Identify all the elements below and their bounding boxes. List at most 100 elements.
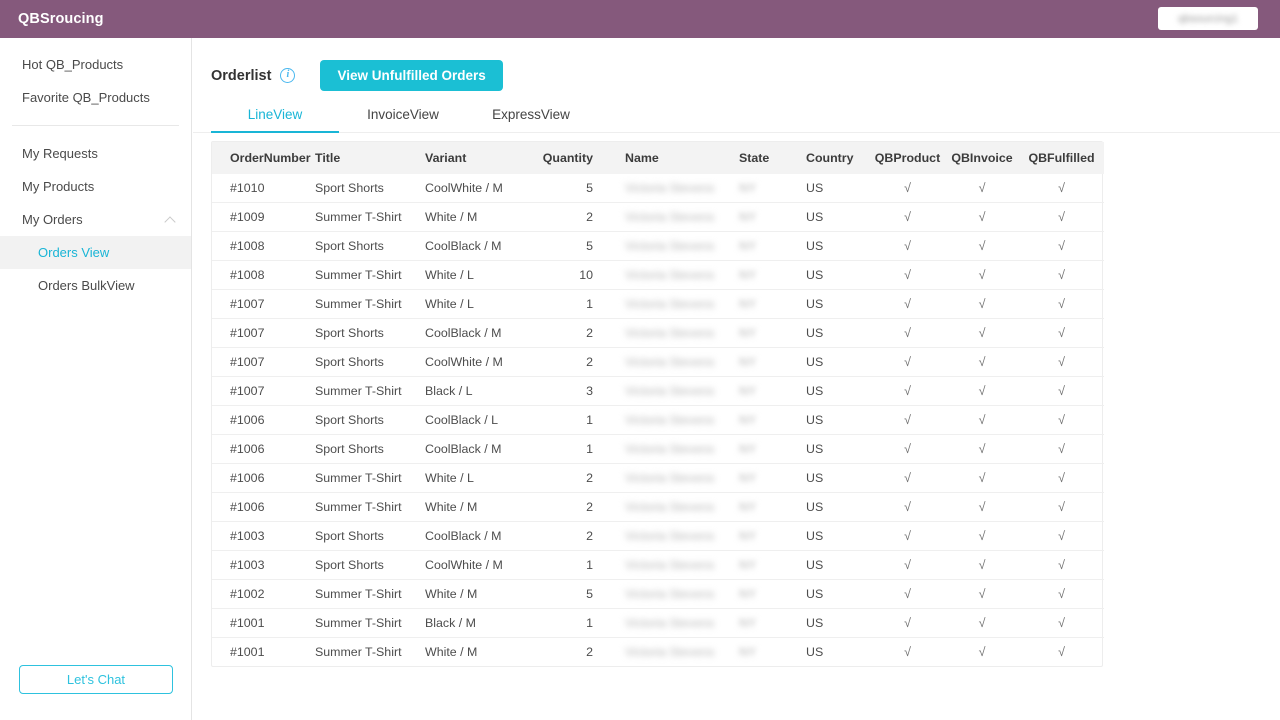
column-header-qbproduct[interactable]: QBProduct xyxy=(870,142,945,174)
cell-qbinvoice: √ xyxy=(945,348,1019,377)
sidebar-item-my-requests[interactable]: My Requests xyxy=(0,137,191,170)
column-header-name[interactable]: Name xyxy=(607,142,731,174)
table-row[interactable]: #1001Summer T-ShirtWhite / M2Victoria St… xyxy=(212,638,1104,667)
column-header-variant[interactable]: Variant xyxy=(425,142,529,174)
cell-name: Victoria Stevens xyxy=(607,435,731,464)
cell-qbproduct: √ xyxy=(870,203,945,232)
cell-qbproduct-value: √ xyxy=(904,500,911,514)
cell-state: NY xyxy=(731,522,796,551)
table-row[interactable]: #1003Sport ShortsCoolBlack / M2Victoria … xyxy=(212,522,1104,551)
table-row[interactable]: #1002Summer T-ShirtWhite / M5Victoria St… xyxy=(212,580,1104,609)
tab-expressview[interactable]: ExpressView xyxy=(467,100,595,132)
cell-variant: CoolBlack / M xyxy=(425,522,529,551)
cell-qbproduct-value: √ xyxy=(904,239,911,253)
cell-country: US xyxy=(796,551,870,580)
table-row[interactable]: #1001Summer T-ShirtBlack / M1Victoria St… xyxy=(212,609,1104,638)
cell-qbfulfilled-value: √ xyxy=(1058,587,1065,601)
cell-qbinvoice: √ xyxy=(945,551,1019,580)
cell-state: NY xyxy=(731,435,796,464)
cell-qbinvoice-value: √ xyxy=(979,355,986,369)
cell-quantity: 1 xyxy=(529,290,607,319)
table-row[interactable]: #1006Summer T-ShirtWhite / M2Victoria St… xyxy=(212,493,1104,522)
cell-qbfulfilled-value: √ xyxy=(1058,442,1065,456)
sidebar-item-favorite-qb-products[interactable]: Favorite QB_Products xyxy=(0,81,191,114)
tab-lineview[interactable]: LineView xyxy=(211,100,339,132)
cell-qbinvoice: √ xyxy=(945,435,1019,464)
cell-name-value: Victoria Stevens xyxy=(625,471,714,485)
column-header-qbinvoice[interactable]: QBInvoice xyxy=(945,142,1019,174)
cell-country: US xyxy=(796,493,870,522)
table-row[interactable]: #1009Summer T-ShirtWhite / M2Victoria St… xyxy=(212,203,1104,232)
account-menu-button[interactable]: qbsourcing1 xyxy=(1158,7,1258,30)
cell-variant: White / L xyxy=(425,464,529,493)
cell-qbinvoice-value: √ xyxy=(979,616,986,630)
cell-qbproduct-value: √ xyxy=(904,268,911,282)
column-header-ordernumber[interactable]: OrderNumber xyxy=(212,142,315,174)
table-row[interactable]: #1006Sport ShortsCoolBlack / L1Victoria … xyxy=(212,406,1104,435)
cell-ordernumber: #1003 xyxy=(212,551,315,580)
table-row[interactable]: #1007Summer T-ShirtBlack / L3Victoria St… xyxy=(212,377,1104,406)
cell-qbproduct: √ xyxy=(870,232,945,261)
column-header-country[interactable]: Country xyxy=(796,142,870,174)
column-header-qbfulfilled[interactable]: QBFulfilled xyxy=(1019,142,1104,174)
cell-country: US xyxy=(796,522,870,551)
sidebar-item-label: Hot QB_Products xyxy=(22,57,177,72)
table-row[interactable]: #1007Sport ShortsCoolBlack / M2Victoria … xyxy=(212,319,1104,348)
view-unfulfilled-orders-button[interactable]: View Unfulfilled Orders xyxy=(320,60,502,91)
cell-qbfulfilled-value: √ xyxy=(1058,210,1065,224)
cell-variant: White / M xyxy=(425,638,529,667)
cell-qbinvoice-value: √ xyxy=(979,384,986,398)
table-row[interactable]: #1008Sport ShortsCoolBlack / M5Victoria … xyxy=(212,232,1104,261)
cell-state-value: NY xyxy=(739,355,756,369)
table-row[interactable]: #1006Sport ShortsCoolBlack / M1Victoria … xyxy=(212,435,1104,464)
cell-qbproduct: √ xyxy=(870,377,945,406)
sidebar-item-my-orders[interactable]: My Orders xyxy=(0,203,191,236)
column-header-quantity[interactable]: Quantity xyxy=(529,142,607,174)
cell-qbproduct: √ xyxy=(870,261,945,290)
page-header: Orderlist i View Unfulfilled Orders xyxy=(193,38,1280,90)
cell-qbinvoice: √ xyxy=(945,319,1019,348)
cell-ordernumber: #1007 xyxy=(212,290,315,319)
chevron-up-icon[interactable] xyxy=(164,213,177,226)
info-icon[interactable]: i xyxy=(280,68,295,83)
sidebar-item-orders-bulkview[interactable]: Orders BulkView xyxy=(0,269,191,302)
cell-name: Victoria Stevens xyxy=(607,319,731,348)
cell-state: NY xyxy=(731,203,796,232)
table-row[interactable]: #1008Summer T-ShirtWhite / L10Victoria S… xyxy=(212,261,1104,290)
sidebar-item-my-products[interactable]: My Products xyxy=(0,170,191,203)
sidebar-item-hot-qb-products[interactable]: Hot QB_Products xyxy=(0,48,191,81)
cell-state-value: NY xyxy=(739,529,756,543)
table-row[interactable]: #1007Summer T-ShirtWhite / L1Victoria St… xyxy=(212,290,1104,319)
cell-variant: CoolWhite / M xyxy=(425,348,529,377)
table-row[interactable]: #1003Sport ShortsCoolWhite / M1Victoria … xyxy=(212,551,1104,580)
table-row[interactable]: #1006Summer T-ShirtWhite / L2Victoria St… xyxy=(212,464,1104,493)
cell-title: Summer T-Shirt xyxy=(315,203,425,232)
cell-state-value: NY xyxy=(739,239,756,253)
table-row[interactable]: #1007Sport ShortsCoolWhite / M2Victoria … xyxy=(212,348,1104,377)
cell-title: Summer T-Shirt xyxy=(315,493,425,522)
cell-title: Sport Shorts xyxy=(315,551,425,580)
lets-chat-button[interactable]: Let's Chat xyxy=(19,665,173,694)
cell-state: NY xyxy=(731,319,796,348)
cell-qbfulfilled-value: √ xyxy=(1058,268,1065,282)
cell-ordernumber: #1002 xyxy=(212,580,315,609)
cell-name-value: Victoria Stevens xyxy=(625,239,714,253)
cell-name: Victoria Stevens xyxy=(607,348,731,377)
cell-name-value: Victoria Stevens xyxy=(625,413,714,427)
tab-invoiceview[interactable]: InvoiceView xyxy=(339,100,467,132)
cell-name: Victoria Stevens xyxy=(607,638,731,667)
cell-qbproduct-value: √ xyxy=(904,587,911,601)
table-row[interactable]: #1010Sport ShortsCoolWhite / M5Victoria … xyxy=(212,174,1104,203)
sidebar-item-orders-view[interactable]: Orders View xyxy=(0,236,191,269)
cell-name: Victoria Stevens xyxy=(607,261,731,290)
cell-qbfulfilled-value: √ xyxy=(1058,355,1065,369)
column-header-state[interactable]: State xyxy=(731,142,796,174)
cell-quantity: 1 xyxy=(529,609,607,638)
sidebar-group: My RequestsMy ProductsMy OrdersOrders Vi… xyxy=(0,137,191,302)
cell-country: US xyxy=(796,406,870,435)
column-header-title[interactable]: Title xyxy=(315,142,425,174)
cell-qbfulfilled-value: √ xyxy=(1058,239,1065,253)
cell-country: US xyxy=(796,464,870,493)
cell-qbproduct-value: √ xyxy=(904,355,911,369)
sidebar-group: Hot QB_Products Favorite QB_Products xyxy=(0,38,191,114)
